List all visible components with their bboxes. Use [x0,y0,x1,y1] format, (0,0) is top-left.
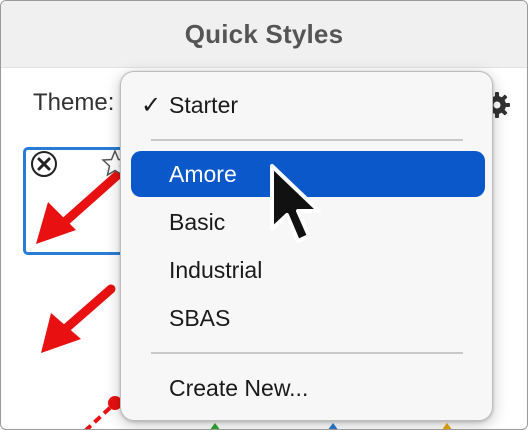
title-bar: Quick Styles [1,1,527,68]
menu-separator [151,352,463,354]
menu-item-label: SBAS [169,304,231,331]
menu-separator [151,139,463,141]
menu-item-label: Basic [169,208,226,235]
menu-item-starter[interactable]: ✓ Starter [131,82,485,128]
theme-label: Theme: [33,89,115,116]
menu-item-sbas[interactable]: SBAS [131,295,485,341]
window-title: Quick Styles [184,18,344,49]
quick-styles-window: Quick Styles Theme: ✓ Starter Amore Basi… [0,0,528,430]
arrow-cursor-icon [270,164,321,243]
checkmark-icon: ✓ [141,91,162,119]
menu-item-label: Industrial [169,256,263,283]
menu-item-label: Create New... [169,374,309,401]
close-icon[interactable] [31,151,57,177]
menu-item-label: Starter [169,91,239,118]
menu-item-industrial[interactable]: Industrial [131,247,485,293]
menu-item-create-new[interactable]: Create New... [131,365,485,411]
menu-item-label: Amore [169,160,237,187]
